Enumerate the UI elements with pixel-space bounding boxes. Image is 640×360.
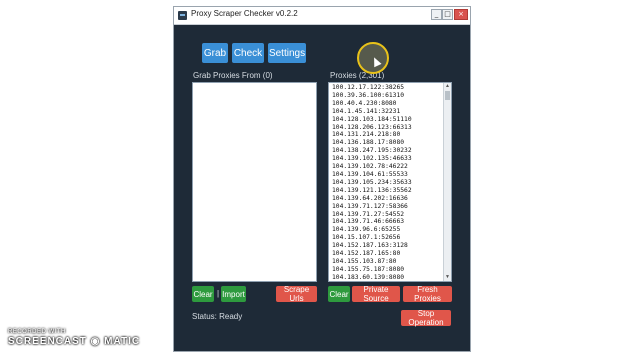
clear-sources-button[interactable]: Clear [192,286,214,302]
minimize-button[interactable]: _ [431,9,442,20]
proxy-row[interactable]: 104.139.102.78:46222 [332,163,443,171]
proxy-row[interactable]: 104.139.102.135:46633 [332,155,443,163]
proxy-row[interactable]: 104.138.247.195:30232 [332,147,443,155]
proxy-row[interactable]: 104.139.105.234:35633 [332,179,443,187]
proxy-row[interactable]: 104.139.96.6:65255 [332,226,443,234]
proxies-list-content: 100.12.17.122:38265 100.39.36.100:61310 10… [330,84,443,280]
proxy-row[interactable]: 104.155.103.87:80 [332,258,443,266]
proxy-row[interactable]: 104.152.187.163:3128 [332,242,443,250]
proxy-row[interactable]: 100.40.4.230:8080 [332,100,443,108]
app-icon [178,11,187,20]
watermark-line2: SCREENCAST ◉ MATIC [8,336,141,347]
grab-sources-textarea[interactable] [192,82,317,282]
proxy-row[interactable]: 104.139.64.202:16636 [332,195,443,203]
private-source-button[interactable]: Private Source [352,285,400,303]
proxy-row[interactable]: 104.128.103.184:51110 [332,116,443,124]
proxy-row[interactable]: 104.183.60.139:8080 [332,274,443,280]
proxy-row[interactable]: 104.131.214.218:80 [332,131,443,139]
status-text: Status: Ready [192,312,243,321]
proxy-row[interactable]: 104.139.121.136:35562 [332,187,443,195]
close-button[interactable]: × [454,9,468,20]
proxy-row[interactable]: 100.39.36.100:61310 [332,92,443,100]
grab-from-heading: Grab Proxies From (0) [193,71,273,80]
proxies-list[interactable]: 100.12.17.122:38265 100.39.36.100:61310 10… [328,82,452,282]
proxy-row[interactable]: 100.12.17.122:38265 [332,84,443,92]
fresh-proxies-button[interactable]: Fresh Proxies [403,285,452,303]
proxy-row[interactable]: 104.139.71.46:66663 [332,218,443,226]
import-button[interactable]: Import [221,286,246,302]
proxies-scrollbar[interactable]: ▲ ▼ [443,83,451,281]
window-title: Proxy Scraper Checker v0.2.2 [191,9,298,18]
check-button[interactable]: Check [232,43,264,63]
watermark-line1: RECORDED WITH [8,329,66,335]
stop-operation-button[interactable]: Stop Operation [401,309,451,327]
proxy-row[interactable]: 104.128.206.123:66313 [332,124,443,132]
proxy-row[interactable]: 104.139.71.127:58366 [332,203,443,211]
scroll-thumb[interactable] [445,91,450,100]
scroll-down-icon[interactable]: ▼ [444,274,451,281]
recorder-watermark: RECORDED WITH SCREENCAST ◉ MATIC [8,329,140,347]
clear-proxies-button[interactable]: Clear [328,286,350,302]
scroll-up-icon[interactable]: ▲ [444,83,451,90]
proxy-row[interactable]: 104.139.71.27:54552 [332,211,443,219]
proxy-row[interactable]: 104.139.104.61:55533 [332,171,443,179]
maximize-button[interactable]: □ [442,9,453,20]
proxy-row[interactable]: 104.1.45.141:32231 [332,108,443,116]
scrape-urls-button[interactable]: Scrape Urls [276,285,317,303]
grab-button[interactable]: Grab [202,43,228,63]
action-separator: | [217,289,220,298]
app-window: Proxy Scraper Checker v0.2.2 _ □ × Grab … [173,6,471,352]
proxy-row[interactable]: 104.15.107.1:52656 [332,234,443,242]
settings-button[interactable]: Settings [268,43,306,63]
proxy-row[interactable]: 104.152.187.165:80 [332,250,443,258]
proxy-row[interactable]: 104.136.188.17:8080 [332,139,443,147]
title-bar: Proxy Scraper Checker v0.2.2 _ □ × [174,7,470,25]
proxy-row[interactable]: 104.155.75.187:8080 [332,266,443,274]
